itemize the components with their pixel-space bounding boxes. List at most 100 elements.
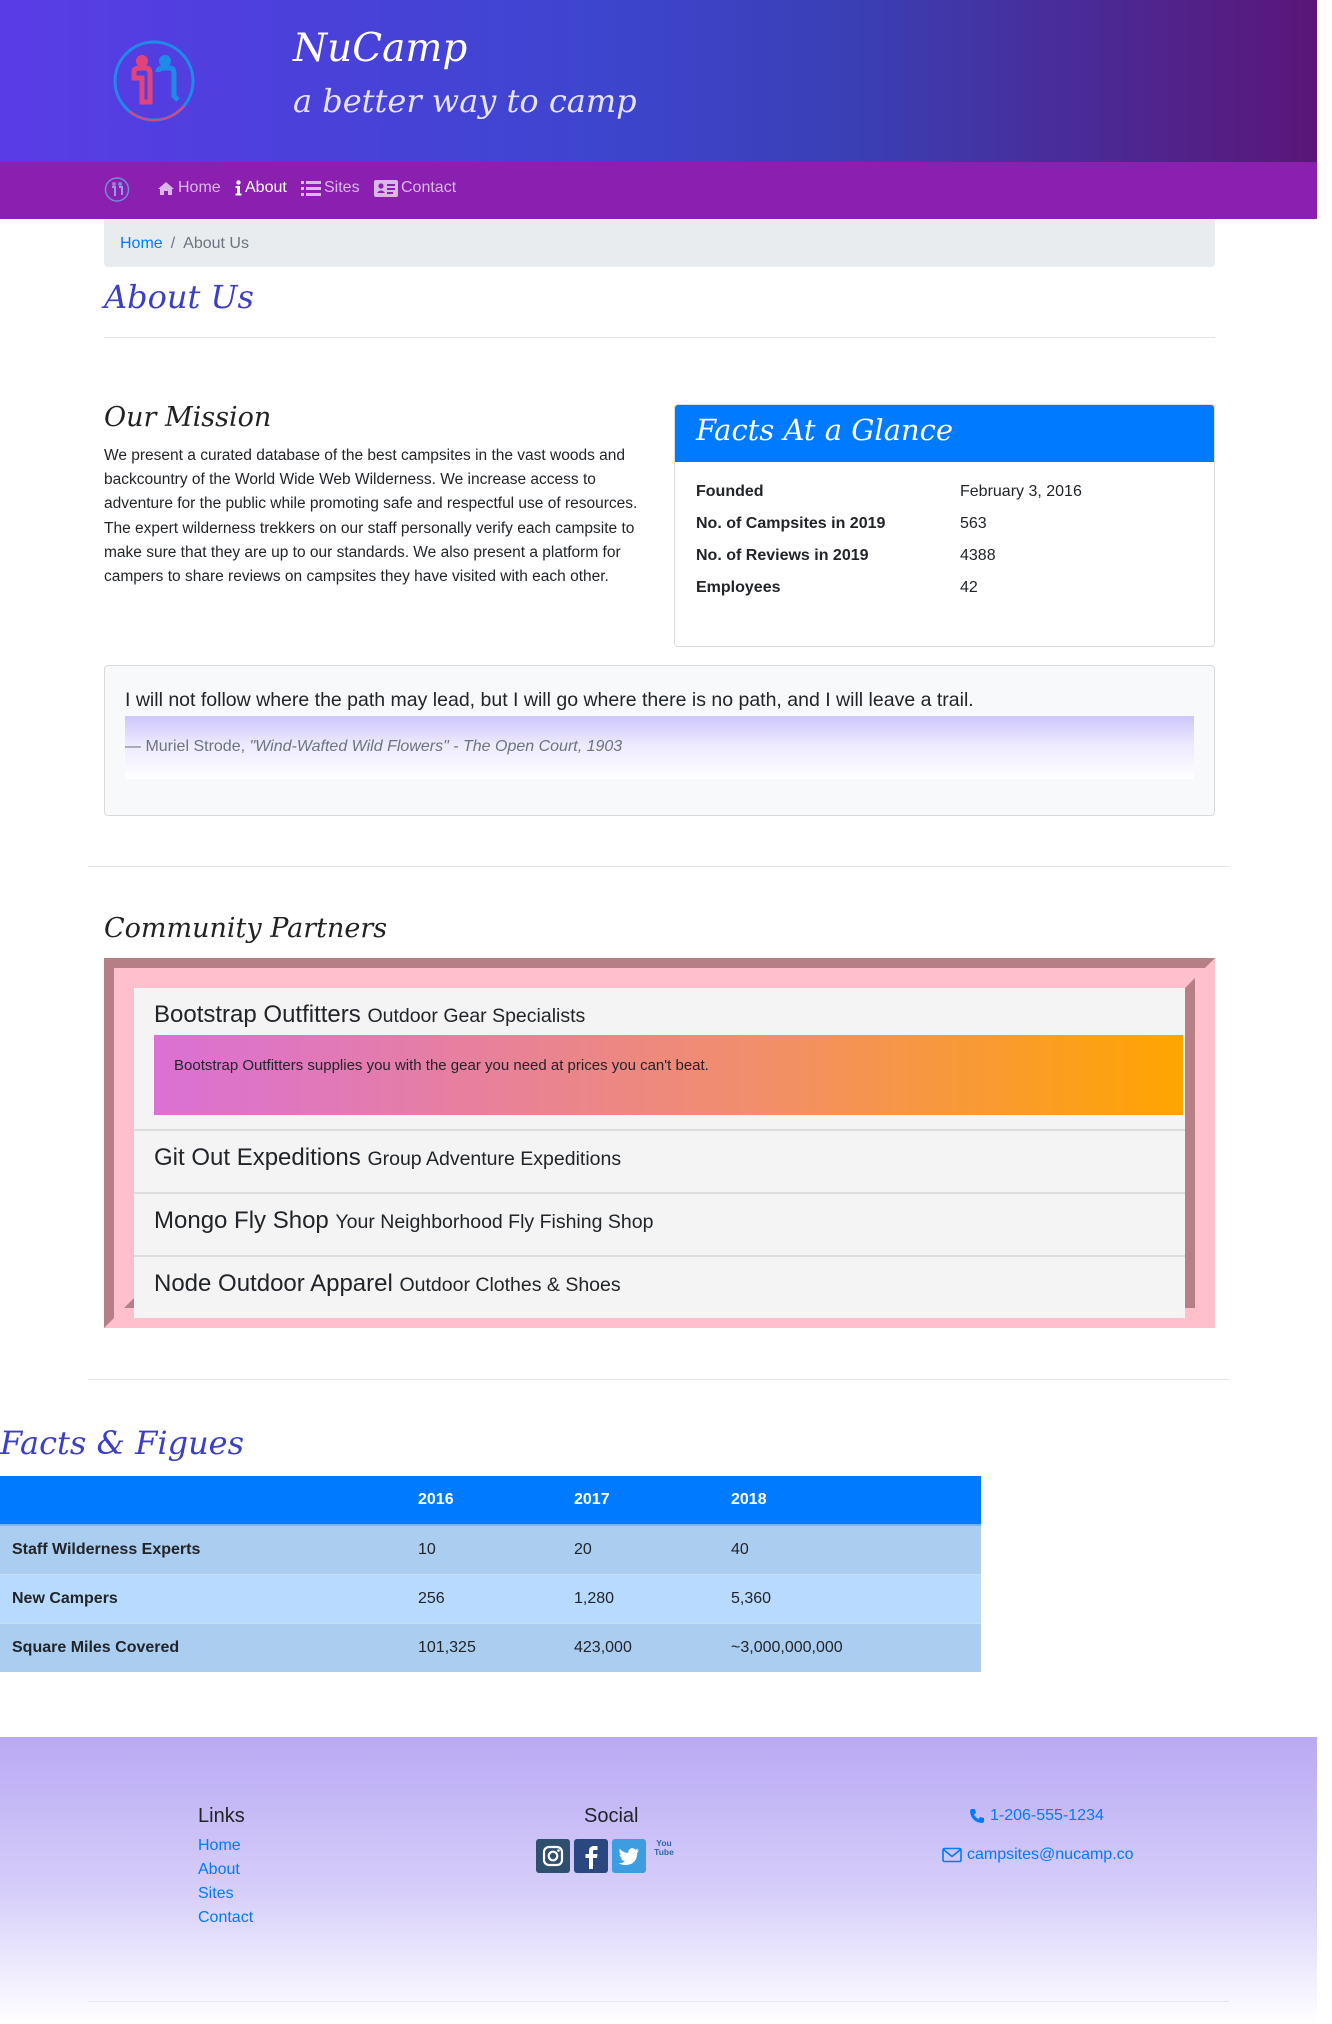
footer-email-address: campsites@nucamp.co bbox=[967, 1846, 1134, 1863]
table-cell: 20 bbox=[562, 1524, 719, 1575]
partner-tagline: Your Neighborhood Fly Fishing Shop bbox=[335, 1211, 654, 1233]
table-row-label: Staff Wilderness Experts bbox=[0, 1524, 406, 1575]
breadcrumb-separator: / bbox=[170, 235, 176, 252]
fact-label: No. of Campsites in 2019 bbox=[696, 515, 886, 532]
table-row-label: Square Miles Covered bbox=[0, 1623, 406, 1672]
partners-frame: Bootstrap Outfitters Outdoor Gear Specia… bbox=[104, 958, 1215, 1328]
quote-source: "Wind-Wafted Wild Flowers" - The Open Co… bbox=[249, 738, 623, 755]
partner-title: Git Out Expeditions bbox=[154, 1144, 361, 1171]
table-cell: 10 bbox=[406, 1524, 562, 1575]
table-cell: 256 bbox=[406, 1574, 562, 1624]
table-cell: 423,000 bbox=[562, 1623, 719, 1672]
table-row: Square Miles Covered 101,325 423,000 ~3,… bbox=[0, 1623, 981, 1672]
footer-phone[interactable]: 1-206-555-1234 bbox=[969, 1807, 1104, 1825]
nav-contact[interactable]: Contact bbox=[374, 179, 456, 197]
partner-item: Node Outdoor Apparel Outdoor Clothes & S… bbox=[134, 1257, 1185, 1318]
partner-tagline: Group Adventure Expeditions bbox=[367, 1148, 622, 1170]
nav-about[interactable]: About bbox=[235, 179, 287, 197]
breadcrumb-current: About Us bbox=[183, 235, 249, 252]
facts-card: Facts At a Glance Founded February 3, 20… bbox=[674, 404, 1215, 647]
footer-link-sites[interactable]: Sites bbox=[198, 1885, 234, 1903]
partner-name: Node Outdoor Apparel Outdoor Clothes & S… bbox=[154, 1270, 621, 1298]
nav-sites[interactable]: Sites bbox=[301, 179, 360, 197]
partner-title: Bootstrap Outfitters bbox=[154, 1001, 361, 1028]
nav-contact-label: Contact bbox=[401, 179, 457, 196]
footer-link-contact[interactable]: Contact bbox=[198, 1909, 253, 1927]
quote-footer: — Muriel Strode, "Wind-Wafted Wild Flowe… bbox=[125, 716, 1194, 779]
table-header-cell: 2018 bbox=[719, 1476, 981, 1526]
footer-email[interactable]: campsites@nucamp.co bbox=[942, 1846, 1134, 1864]
footer-link-home[interactable]: Home bbox=[198, 1837, 241, 1855]
nav-sites-label: Sites bbox=[324, 179, 360, 196]
partner-item: Git Out Expeditions Group Adventure Expe… bbox=[134, 1131, 1185, 1194]
figures-table: 2016 2017 2018 Staff Wilderness Experts … bbox=[0, 1476, 981, 1672]
footer-links-heading: Links bbox=[198, 1805, 245, 1827]
table-cell: 40 bbox=[719, 1524, 981, 1575]
info-icon bbox=[235, 180, 242, 196]
nav-home[interactable]: Home bbox=[157, 179, 221, 197]
partners-list: Bootstrap Outfitters Outdoor Gear Specia… bbox=[124, 978, 1195, 1318]
partner-title: Mongo Fly Shop bbox=[154, 1207, 329, 1234]
section-divider bbox=[88, 1379, 1229, 1380]
partner-item: Mongo Fly Shop Your Neighborhood Fly Fis… bbox=[134, 1194, 1185, 1257]
navbar: Home About Sites Contact bbox=[0, 162, 1317, 219]
fact-value: 4388 bbox=[960, 547, 996, 564]
address-card-icon bbox=[374, 179, 398, 197]
table-cell: ~3,000,000,000 bbox=[719, 1623, 981, 1672]
table-row-label: New Campers bbox=[0, 1574, 406, 1624]
phone-icon bbox=[970, 1809, 984, 1823]
fact-label: Employees bbox=[696, 579, 781, 596]
nav-home-label: Home bbox=[178, 179, 221, 196]
quote-card: I will not follow where the path may lea… bbox=[104, 665, 1215, 816]
partners-heading: Community Partners bbox=[104, 913, 388, 944]
title-divider bbox=[104, 337, 1215, 338]
quote-author: — Muriel Strode, bbox=[125, 738, 246, 755]
quote-text: I will not follow where the path may lea… bbox=[125, 689, 974, 711]
table-row: Staff Wilderness Experts 10 20 40 bbox=[0, 1524, 981, 1575]
partner-item: Bootstrap Outfitters Outdoor Gear Specia… bbox=[134, 988, 1185, 1131]
table-row: New Campers 256 1,280 5,360 bbox=[0, 1574, 981, 1624]
facebook-icon[interactable] bbox=[574, 1839, 608, 1873]
partner-name: Mongo Fly Shop Your Neighborhood Fly Fis… bbox=[154, 1207, 653, 1235]
footer-social-heading: Social bbox=[584, 1805, 639, 1827]
nucamp-logo bbox=[113, 40, 195, 122]
footer-phone-number: 1-206-555-1234 bbox=[990, 1807, 1104, 1824]
fact-label: No. of Reviews in 2019 bbox=[696, 547, 869, 564]
nav-about-label: About bbox=[245, 179, 287, 196]
partner-description: Bootstrap Outfitters supplies you with t… bbox=[154, 1035, 1183, 1115]
table-header-cell: 2016 bbox=[406, 1476, 562, 1526]
instagram-icon[interactable] bbox=[536, 1839, 570, 1873]
site-footer: Links Home About Sites Contact Social Yo… bbox=[0, 1737, 1317, 2024]
mission-text: We present a curated database of the bes… bbox=[104, 447, 638, 586]
youtube-icon[interactable]: You Tube bbox=[652, 1839, 676, 1857]
envelope-icon bbox=[942, 1847, 962, 1863]
partner-tagline: Outdoor Gear Specialists bbox=[367, 1005, 586, 1027]
twitter-icon[interactable] bbox=[612, 1839, 646, 1873]
table-header-cell: 2017 bbox=[562, 1476, 719, 1526]
table-cell: 5,360 bbox=[719, 1574, 981, 1624]
breadcrumb: Home / About Us bbox=[104, 220, 1215, 267]
site-header: NuCamp a better way to camp bbox=[0, 0, 1317, 162]
fact-value: 42 bbox=[960, 579, 978, 596]
breadcrumb-home-link[interactable]: Home bbox=[120, 235, 163, 252]
fact-value: 563 bbox=[960, 515, 987, 532]
figures-heading: Facts & Figues bbox=[0, 1424, 245, 1462]
brand-tagline: a better way to camp bbox=[293, 82, 637, 120]
partner-name: Git Out Expeditions Group Adventure Expe… bbox=[154, 1144, 621, 1172]
fact-label: Founded bbox=[696, 483, 764, 500]
footer-link-about[interactable]: About bbox=[198, 1861, 240, 1879]
mission-heading: Our Mission bbox=[104, 402, 272, 433]
fact-value: February 3, 2016 bbox=[960, 483, 1082, 500]
home-icon bbox=[158, 181, 174, 195]
table-cell: 1,280 bbox=[562, 1574, 719, 1624]
nav-logo-icon[interactable] bbox=[104, 176, 130, 203]
section-divider bbox=[88, 866, 1229, 867]
table-header-cell bbox=[0, 1476, 406, 1526]
page-title: About Us bbox=[104, 278, 254, 316]
brand-title: NuCamp bbox=[293, 26, 468, 71]
table-header-row: 2016 2017 2018 bbox=[0, 1476, 981, 1526]
partner-tagline: Outdoor Clothes & Shoes bbox=[399, 1274, 621, 1296]
partner-title: Node Outdoor Apparel bbox=[154, 1270, 393, 1297]
facts-card-title: Facts At a Glance bbox=[675, 405, 1214, 462]
table-cell: 101,325 bbox=[406, 1623, 562, 1672]
